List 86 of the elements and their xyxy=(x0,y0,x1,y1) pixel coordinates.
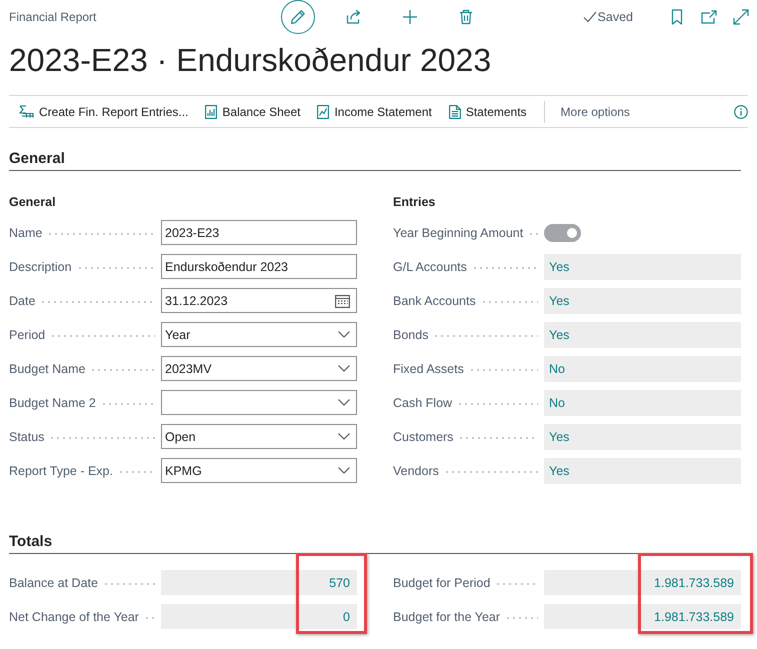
dotted-leader xyxy=(474,266,538,268)
dropdown-field[interactable] xyxy=(161,390,357,415)
field-label: Net Change of the Year xyxy=(9,610,139,624)
field-label: Bonds xyxy=(393,328,428,342)
field-label: Cash Flow xyxy=(393,396,452,410)
field-label: Name xyxy=(9,226,42,240)
chevron-down-icon xyxy=(338,467,350,474)
readonly-field: Yes xyxy=(544,458,741,484)
chevron-down-icon xyxy=(338,399,350,406)
amount-field: 570 xyxy=(161,570,357,595)
chevron-down-icon xyxy=(338,331,350,338)
field-label: Fixed Assets xyxy=(393,362,464,376)
field-label: Customers xyxy=(393,430,454,444)
bookmark-button[interactable] xyxy=(669,8,685,26)
info-icon xyxy=(734,104,748,118)
dotted-leader xyxy=(530,232,538,234)
field-label: Date xyxy=(9,294,36,308)
open-window-button[interactable] xyxy=(701,8,717,26)
field-label: Balance at Date xyxy=(9,576,98,590)
dotted-leader xyxy=(92,368,155,370)
chevron-down-icon xyxy=(338,365,350,372)
dotted-leader xyxy=(497,582,538,584)
field-label: Status xyxy=(9,430,44,444)
field-label: Budget for Period xyxy=(393,576,490,590)
expand-icon xyxy=(733,9,749,25)
dropdown-field[interactable]: Year xyxy=(161,322,357,347)
plus-icon xyxy=(402,9,418,25)
field-label: Year Beginning Amount xyxy=(393,226,524,240)
readonly-field: Yes xyxy=(544,322,741,348)
amount-field: 0 xyxy=(161,604,357,629)
action-button[interactable]: Income Statement xyxy=(317,104,432,118)
action-button[interactable]: Statements xyxy=(448,104,527,118)
page-title: 2023-E23 · Endurskoðendur 2023 xyxy=(9,41,492,80)
amount-field: 1.981.733.589 xyxy=(544,570,741,595)
field-label: Budget Name 2 xyxy=(9,396,96,410)
field-label: Budget Name xyxy=(9,362,86,376)
readonly-field: Yes xyxy=(544,424,741,450)
date-field[interactable]: 31.12.2023 xyxy=(161,288,357,313)
field-label: Bank Accounts xyxy=(393,294,476,308)
dotted-leader xyxy=(507,616,538,618)
readonly-field: Yes xyxy=(544,288,741,314)
line-chart-document-icon xyxy=(317,104,330,118)
group-heading: Entries xyxy=(393,194,436,211)
dropdown-field[interactable]: 2023MV xyxy=(161,356,357,381)
chevron-down-icon xyxy=(338,433,350,440)
amount-field: 1.981.733.589 xyxy=(544,604,741,629)
section-heading: General xyxy=(9,149,741,171)
bar-chart-document-icon xyxy=(205,104,218,118)
dropdown-field[interactable]: Open xyxy=(161,424,357,449)
calendar-icon xyxy=(335,294,350,308)
edit-button[interactable] xyxy=(281,0,315,34)
check-icon xyxy=(582,11,597,23)
dotted-leader xyxy=(102,402,155,404)
text-field[interactable]: Endurskoðendur 2023 xyxy=(161,254,357,279)
share-icon xyxy=(346,9,362,25)
field-label: Report Type - Exp. xyxy=(9,464,113,478)
pencil-icon xyxy=(290,9,306,25)
save-status: Saved xyxy=(598,10,633,24)
info-button[interactable] xyxy=(734,104,748,118)
page-caption: Financial Report xyxy=(9,10,98,24)
dotted-leader xyxy=(146,616,155,618)
sigma-table-icon xyxy=(19,105,34,118)
more-options-button[interactable]: More options xyxy=(560,104,630,118)
field-label: Budget for the Year xyxy=(393,610,500,624)
field-label: Period xyxy=(9,328,46,342)
expand-button[interactable] xyxy=(733,8,749,26)
field-label: G/L Accounts xyxy=(393,260,467,274)
document-icon xyxy=(448,104,461,118)
action-button[interactable]: Balance Sheet xyxy=(205,104,300,118)
group-heading: General xyxy=(9,194,57,211)
readonly-field: No xyxy=(544,390,741,416)
text-field[interactable]: 2023-E23 xyxy=(161,220,357,245)
readonly-field: No xyxy=(544,356,741,382)
bookmark-icon xyxy=(671,9,683,25)
dotted-leader xyxy=(120,470,155,472)
field-label: Vendors xyxy=(393,464,439,478)
open-in-window-icon xyxy=(701,10,717,24)
field-label: Description xyxy=(9,260,72,274)
dotted-leader xyxy=(104,582,155,584)
dropdown-field[interactable]: KPMG xyxy=(161,458,357,483)
section-heading: Totals xyxy=(9,532,741,554)
trash-icon xyxy=(459,9,473,25)
dotted-leader xyxy=(470,368,538,370)
action-button[interactable]: Create Fin. Report Entries... xyxy=(19,104,188,118)
readonly-field: Yes xyxy=(544,254,741,280)
dotted-leader xyxy=(482,300,538,302)
